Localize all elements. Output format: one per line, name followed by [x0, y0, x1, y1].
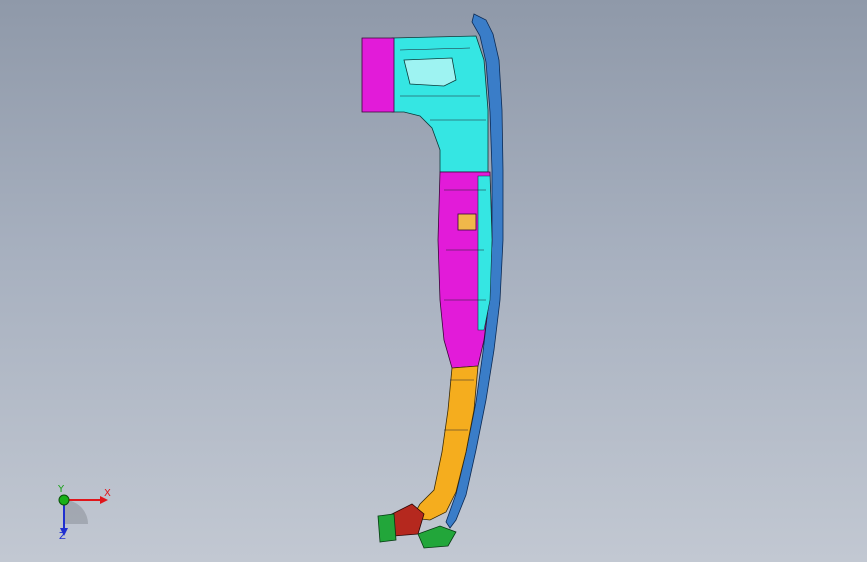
y-axis-label: Y [58, 484, 65, 495]
magenta-top-block[interactable] [361, 37, 395, 113]
green-foot-left[interactable] [377, 513, 397, 543]
orange-lower-pillar[interactable] [411, 365, 479, 521]
graphics-viewport[interactable]: X Y Z [0, 0, 867, 562]
z-axis-label: Z [59, 531, 66, 542]
coordinate-triad: X Y Z [40, 478, 120, 548]
cyan-panel-cutout [403, 57, 457, 87]
cyan-upper-panel[interactable] [391, 35, 489, 173]
x-axis-label: X [104, 488, 111, 499]
cad-part-model[interactable] [0, 0, 867, 562]
square-pad [457, 213, 477, 231]
green-foot-right[interactable] [417, 525, 457, 549]
